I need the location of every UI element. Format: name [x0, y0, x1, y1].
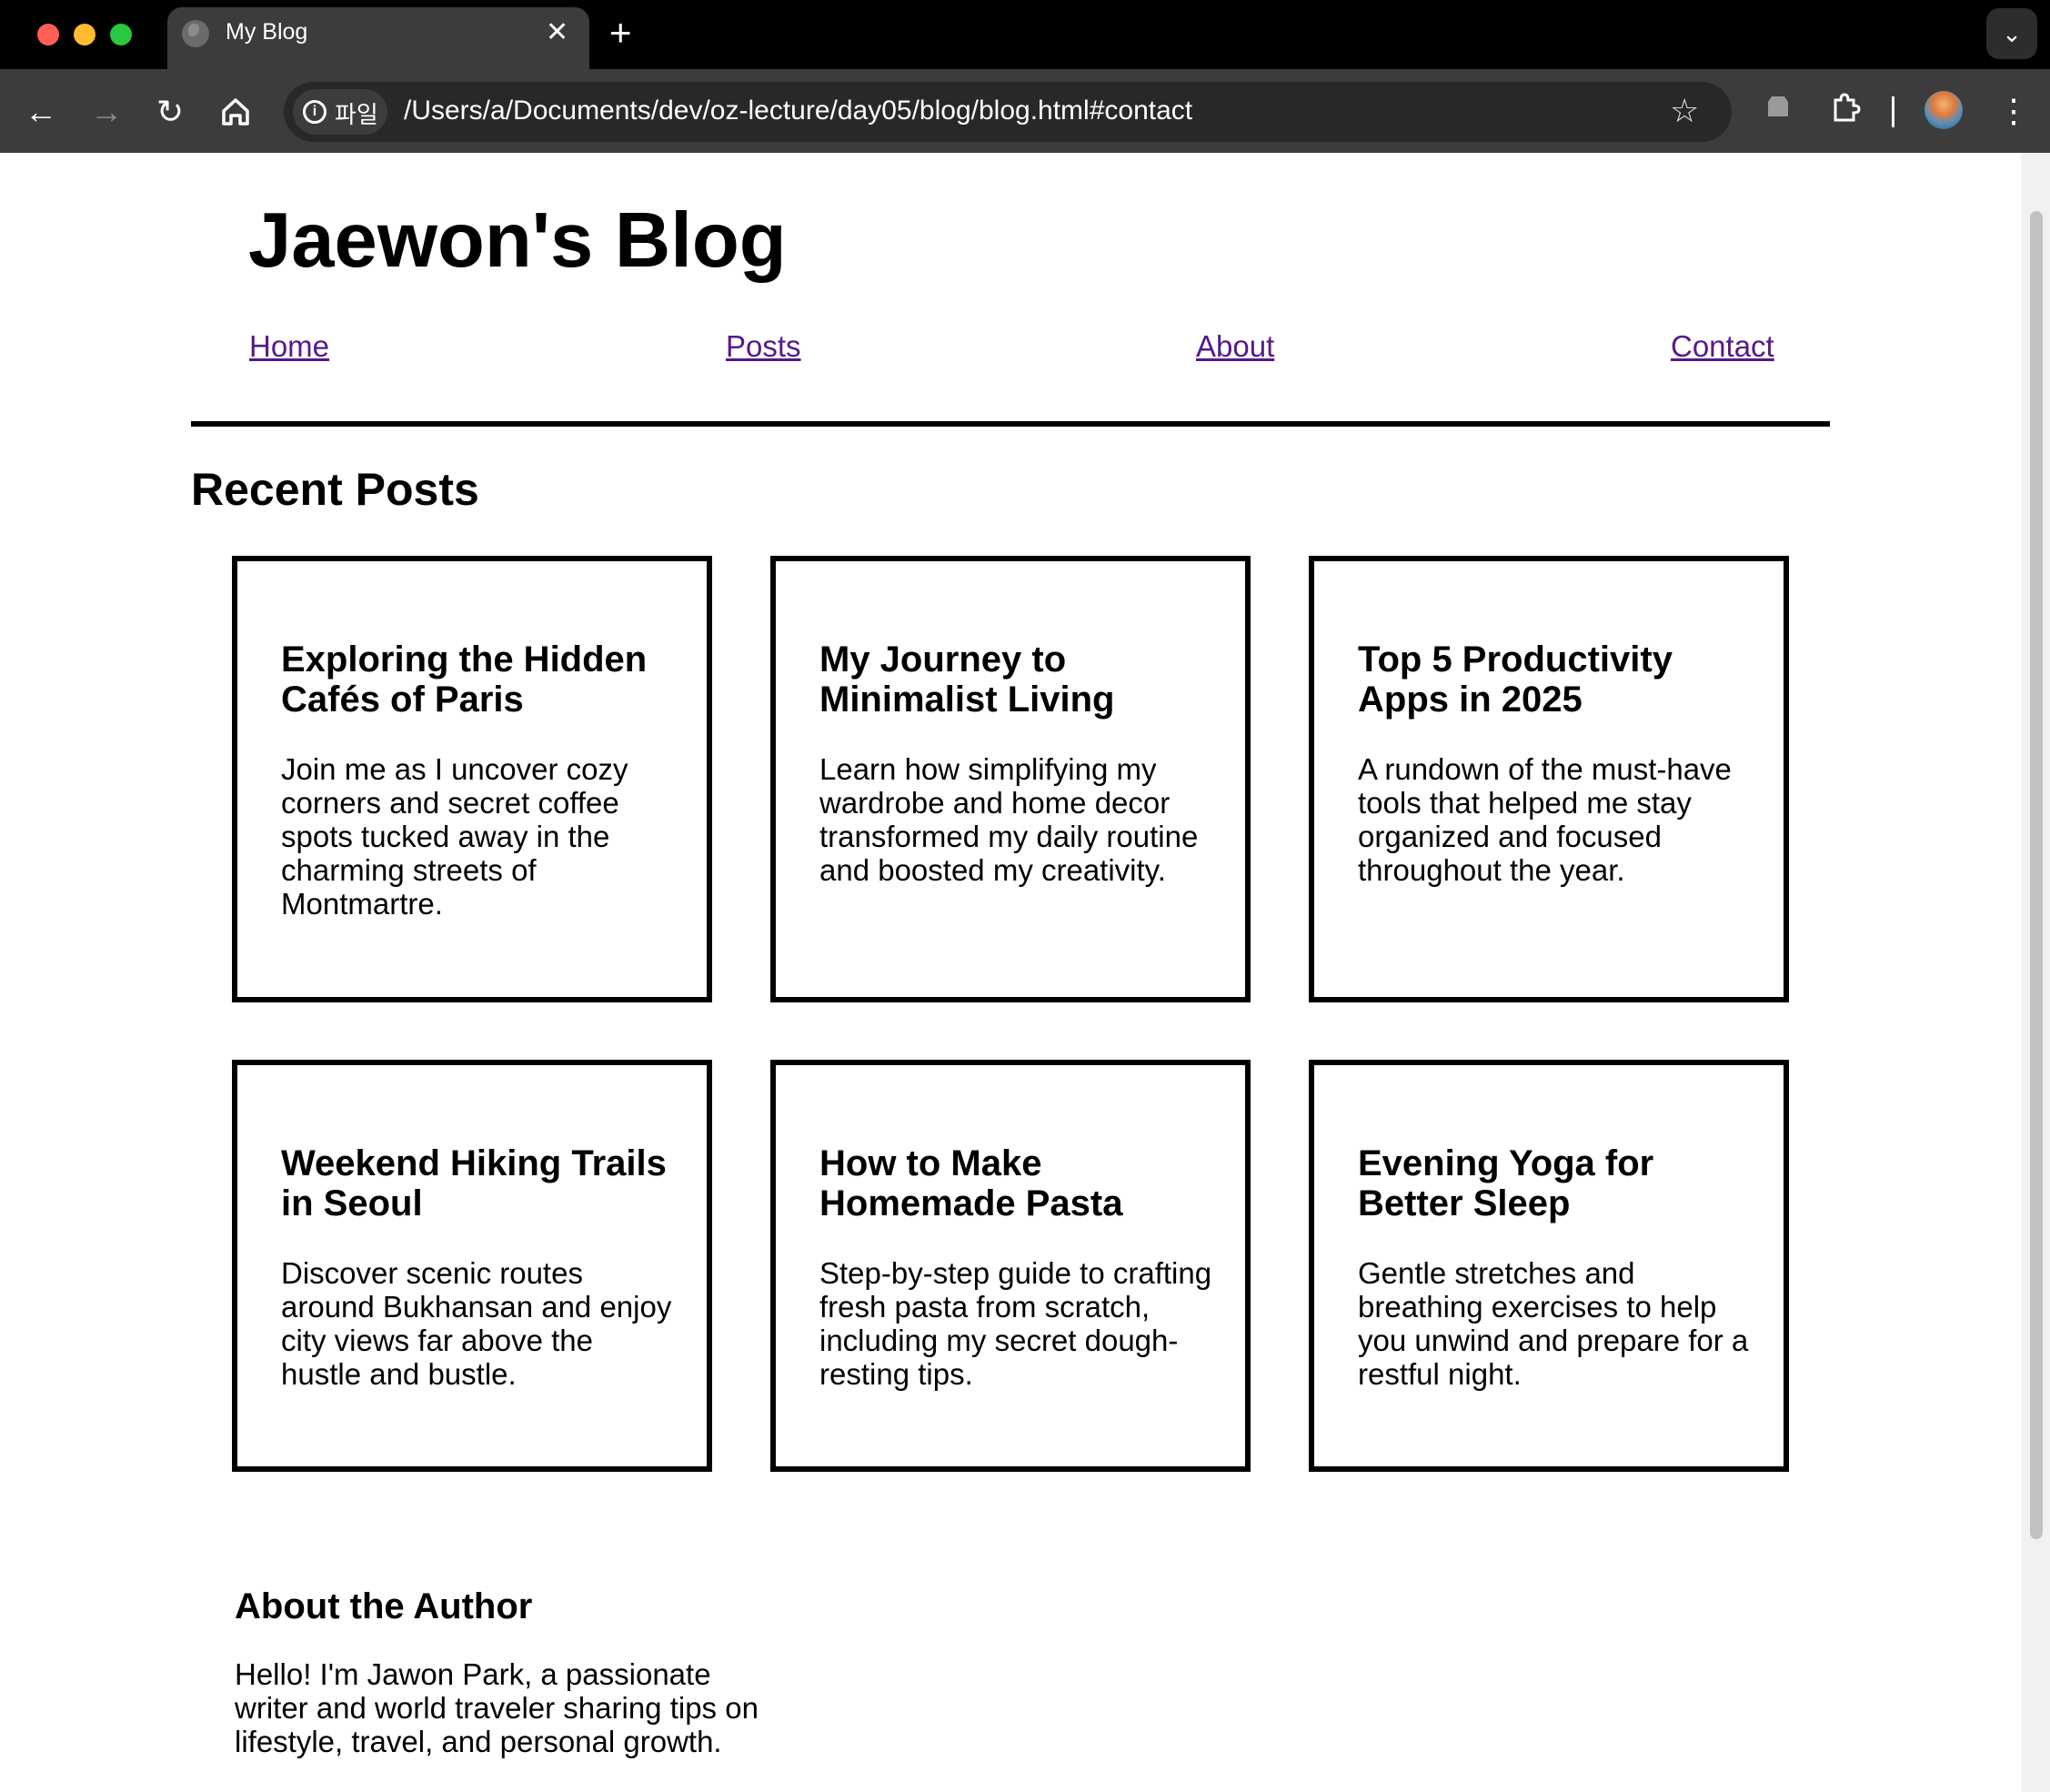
- post-card[interactable]: How to Make Homemade Pasta Step-by-step …: [770, 1060, 1251, 1472]
- forward-icon[interactable]: →: [84, 89, 129, 135]
- tab-close-icon[interactable]: ✕: [546, 15, 568, 51]
- site-info-label: 파일: [335, 101, 378, 128]
- puzzle-icon[interactable]: [1828, 91, 1861, 134]
- url-text[interactable]: /Users/a/Documents/dev/oz-lecture/day05/…: [404, 96, 1192, 126]
- kebab-menu-icon[interactable]: ⋮: [1997, 87, 2030, 135]
- post-excerpt: Discover scenic routes around Bukhansan …: [281, 1256, 672, 1391]
- post-excerpt: A rundown of the must-have tools that he…: [1358, 752, 1732, 887]
- close-window-button[interactable]: [37, 24, 59, 45]
- toolbar-separator: [1892, 96, 1894, 127]
- nav-link-posts[interactable]: Posts: [726, 329, 801, 364]
- about-title: About the Author: [235, 1586, 533, 1626]
- post-title: Evening Yoga for Better Sleep: [1358, 1143, 1654, 1223]
- page-viewport: Jaewon's Blog Home Posts About Contact R…: [0, 153, 2021, 1792]
- post-title: Weekend Hiking Trails in Seoul: [281, 1143, 667, 1223]
- post-card[interactable]: Exploring the Hidden Cafés of Paris Join…: [232, 556, 712, 1002]
- scrollbar-thumb[interactable]: [2030, 211, 2043, 1539]
- nav-link-about[interactable]: About: [1196, 329, 1274, 364]
- post-title: Exploring the Hidden Cafés of Paris: [281, 639, 648, 720]
- post-card[interactable]: Top 5 Productivity Apps in 2025 A rundow…: [1309, 556, 1789, 1002]
- post-title: My Journey to Minimalist Living: [819, 639, 1115, 720]
- new-tab-icon[interactable]: +: [609, 11, 632, 55]
- post-card[interactable]: Weekend Hiking Trails in Seoul Discover …: [232, 1060, 712, 1472]
- profile-avatar[interactable]: [1924, 91, 1963, 129]
- back-icon[interactable]: ←: [18, 89, 64, 135]
- header-divider: [191, 421, 1830, 427]
- nav-link-home[interactable]: Home: [249, 329, 329, 364]
- minimize-window-button[interactable]: [74, 24, 95, 45]
- blog-title: Jaewon's Blog: [248, 197, 787, 284]
- post-excerpt: Join me as I uncover cozy corners and se…: [281, 752, 628, 921]
- extension-icon[interactable]: [1763, 91, 1794, 132]
- post-excerpt: Gentle stretches and breathing exercises…: [1358, 1256, 1749, 1391]
- post-title: How to Make Homemade Pasta: [819, 1143, 1123, 1223]
- tab-search-chevron-icon[interactable]: ⌄: [1986, 8, 2037, 59]
- post-card[interactable]: My Journey to Minimalist Living Learn ho…: [770, 556, 1251, 1002]
- section-title: Recent Posts: [191, 464, 479, 515]
- reload-icon[interactable]: ↻: [147, 89, 193, 135]
- about-text: Hello! I'm Jawon Park, a passionate writ…: [235, 1657, 759, 1758]
- tab-title: My Blog: [226, 19, 308, 45]
- post-excerpt: Step-by-step guide to crafting fresh pas…: [819, 1256, 1212, 1391]
- globe-icon: [182, 20, 209, 47]
- info-icon[interactable]: i: [303, 100, 327, 124]
- star-icon[interactable]: ☆: [1670, 91, 1699, 131]
- nav-link-contact[interactable]: Contact: [1671, 329, 1774, 364]
- post-excerpt: Learn how simplifying my wardrobe and ho…: [819, 752, 1199, 887]
- maximize-window-button[interactable]: [110, 24, 132, 45]
- home-icon[interactable]: [213, 89, 258, 135]
- post-card[interactable]: Evening Yoga for Better Sleep Gentle str…: [1309, 1060, 1789, 1472]
- post-title: Top 5 Productivity Apps in 2025: [1358, 639, 1673, 720]
